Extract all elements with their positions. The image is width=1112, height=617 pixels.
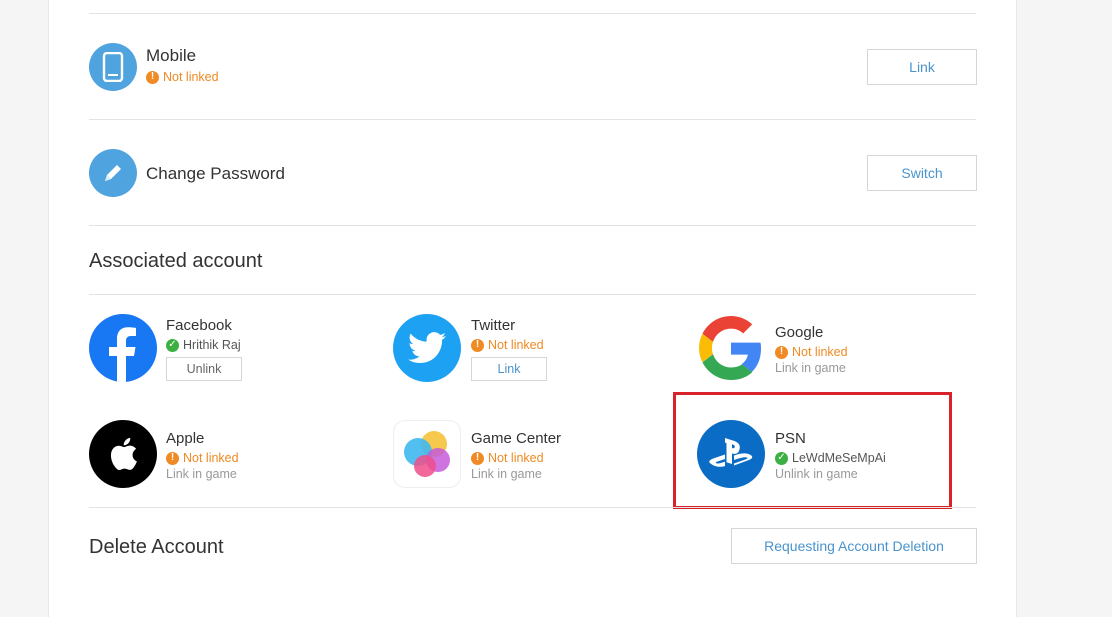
google-g-icon <box>697 314 765 382</box>
warning-icon: ! <box>146 70 159 84</box>
facebook-unlink-button[interactable]: Unlink <box>166 357 242 381</box>
divider <box>89 294 976 295</box>
apple-note: Link in game <box>166 467 237 481</box>
delete-account-title: Delete Account <box>89 536 224 558</box>
mobile-title: Mobile <box>146 46 197 65</box>
game-center-status: ! Not linked <box>471 451 544 465</box>
apple-status: ! Not linked <box>166 451 239 465</box>
pencil-icon <box>89 149 137 197</box>
password-row: Change Password Switch <box>89 119 977 225</box>
psn-highlight-box <box>673 392 952 509</box>
game-center-icon <box>393 420 461 488</box>
account-settings-card: Mobile ! Not linked Link Change Password… <box>48 0 1017 617</box>
associated-account-title: Associated account <box>89 250 263 272</box>
check-icon: ✓ <box>166 338 179 352</box>
warning-icon: ! <box>166 451 179 465</box>
mobile-row: Mobile ! Not linked Link <box>89 13 977 119</box>
warning-icon: ! <box>471 338 484 352</box>
facebook-icon <box>89 314 157 382</box>
divider <box>89 507 976 508</box>
twitter-link-button[interactable]: Link <box>471 357 547 381</box>
twitter-name: Twitter <box>471 317 516 334</box>
facebook-status: ✓ Hrithik Raj <box>166 338 241 352</box>
twitter-bird-icon <box>393 314 461 382</box>
apple-name: Apple <box>166 430 205 447</box>
google-note: Link in game <box>775 361 846 375</box>
game-center-note: Link in game <box>471 467 542 481</box>
game-center-name: Game Center <box>471 430 562 447</box>
google-status: ! Not linked <box>775 345 848 359</box>
switch-password-button[interactable]: Switch <box>867 155 977 191</box>
twitter-status: ! Not linked <box>471 338 544 352</box>
warning-icon: ! <box>471 451 484 465</box>
warning-icon: ! <box>775 345 788 359</box>
google-name: Google <box>775 324 824 341</box>
request-account-deletion-button[interactable]: Requesting Account Deletion <box>731 528 977 564</box>
mobile-link-button[interactable]: Link <box>867 49 977 85</box>
mobile-status: ! Not linked <box>146 70 219 84</box>
apple-icon <box>89 420 157 488</box>
change-password-title: Change Password <box>146 164 285 183</box>
mobile-phone-icon <box>89 43 137 91</box>
divider <box>89 225 976 226</box>
facebook-name: Facebook <box>166 317 232 334</box>
